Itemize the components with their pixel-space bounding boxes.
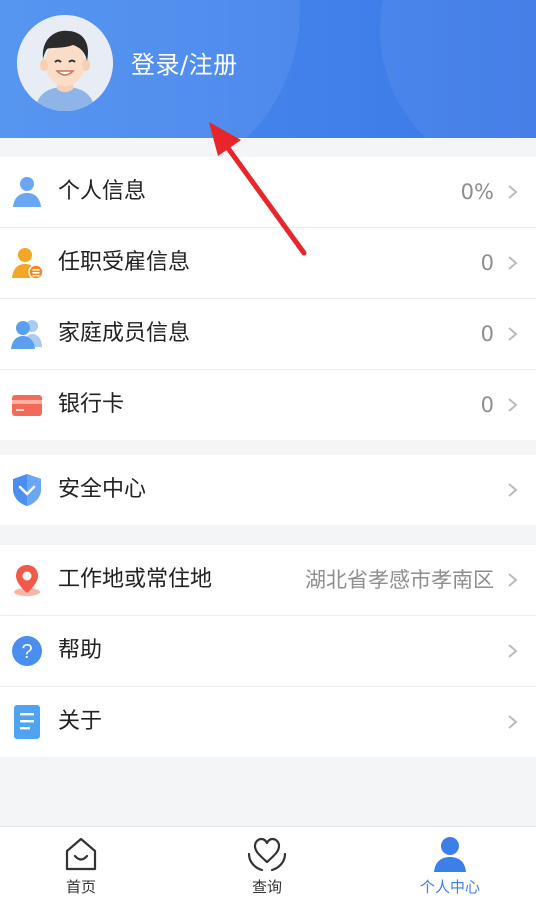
tab-label: 个人中心 xyxy=(419,878,480,896)
location-pin-icon xyxy=(14,565,40,596)
shield-icon xyxy=(13,474,41,506)
menu-item-help[interactable]: ? 帮助 xyxy=(0,616,536,687)
menu-item-about[interactable]: 关于 xyxy=(0,687,536,757)
home-icon xyxy=(65,837,97,871)
menu-item-bank-card[interactable]: 银行卡 0 xyxy=(0,370,536,440)
svg-text:?: ? xyxy=(21,641,32,663)
menu-item-value: 0 xyxy=(480,322,494,346)
menu-group-personal: 个人信息 0% 任职受雇信息 0 家庭成员信息 0 银行卡 0 xyxy=(0,157,536,440)
tab-home[interactable]: 首页 xyxy=(0,827,170,899)
menu-item-label: 帮助 xyxy=(58,638,103,663)
menu-item-value: 湖北省孝感市孝南区 xyxy=(305,568,494,592)
tab-label: 首页 xyxy=(65,878,96,896)
menu-item-value: 0 xyxy=(480,393,494,417)
help-icon: ? xyxy=(12,636,42,666)
header-decoration xyxy=(380,0,536,138)
heart-hands-icon xyxy=(247,837,287,872)
chevron-right-icon xyxy=(508,185,518,199)
chevron-right-icon xyxy=(508,573,518,587)
menu-item-label: 安全中心 xyxy=(58,477,147,502)
menu-item-security-center[interactable]: 安全中心 xyxy=(0,455,536,525)
menu-item-label: 银行卡 xyxy=(58,392,125,417)
menu-item-label: 任职受雇信息 xyxy=(58,250,191,275)
bottom-tab-bar: 首页 查询 个人中心 xyxy=(0,826,536,899)
chevron-right-icon xyxy=(508,327,518,341)
menu-item-label: 个人信息 xyxy=(58,179,147,204)
avatar-icon xyxy=(17,15,113,111)
menu-item-label: 关于 xyxy=(58,709,103,734)
chevron-right-icon xyxy=(508,256,518,270)
menu-item-value: 0% xyxy=(460,180,494,204)
bank-card-icon xyxy=(12,395,42,416)
tab-label: 查询 xyxy=(251,878,282,896)
chevron-right-icon xyxy=(508,644,518,658)
menu-item-work-location[interactable]: 工作地或常住地 湖北省孝感市孝南区 xyxy=(0,545,536,616)
chevron-right-icon xyxy=(508,715,518,729)
avatar[interactable] xyxy=(17,15,113,111)
profile-header: 登录/注册 xyxy=(0,0,536,138)
menu-group-other: 工作地或常住地 湖北省孝感市孝南区 ? 帮助 关于 xyxy=(0,545,536,757)
menu-item-employment-info[interactable]: 任职受雇信息 0 xyxy=(0,228,536,299)
document-icon xyxy=(14,705,40,739)
family-icon xyxy=(11,320,42,349)
login-register-link[interactable]: 登录/注册 xyxy=(131,45,238,80)
chevron-right-icon xyxy=(508,398,518,412)
menu-group-security: 安全中心 xyxy=(0,455,536,525)
menu-item-label: 家庭成员信息 xyxy=(58,321,191,346)
menu-item-label: 工作地或常住地 xyxy=(58,567,213,592)
person-icon xyxy=(13,177,41,207)
menu-item-value: 0 xyxy=(480,251,494,275)
tab-query[interactable]: 查询 xyxy=(178,827,356,899)
menu-item-personal-info[interactable]: 个人信息 0% xyxy=(0,157,536,228)
menu-item-family-info[interactable]: 家庭成员信息 0 xyxy=(0,299,536,370)
tab-personal-center[interactable]: 个人中心 xyxy=(361,827,536,899)
person-icon xyxy=(434,837,466,872)
chevron-right-icon xyxy=(508,483,518,497)
employee-icon xyxy=(12,248,43,280)
